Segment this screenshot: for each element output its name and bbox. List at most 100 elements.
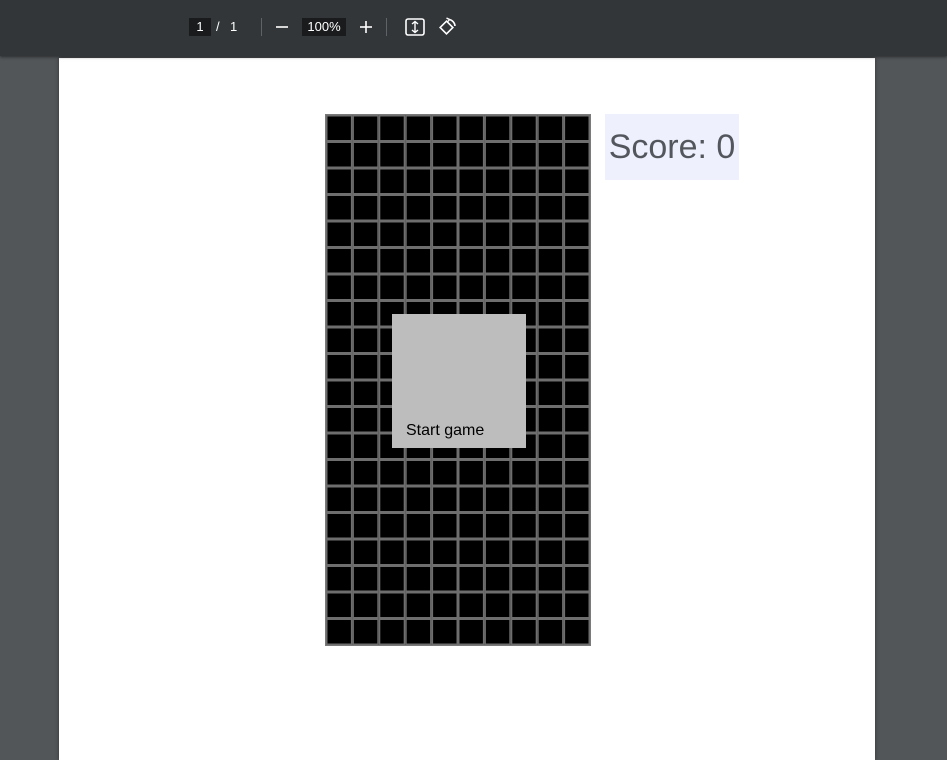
board-cell <box>378 459 406 486</box>
toolbar-divider <box>261 18 262 36</box>
board-cell <box>326 433 353 460</box>
board-cell <box>352 486 379 513</box>
board-cell <box>458 592 485 619</box>
zoom-out-button[interactable] <box>269 14 295 40</box>
board-cell <box>537 459 564 486</box>
board-cell <box>537 353 564 380</box>
board-cell <box>484 194 511 221</box>
board-cell <box>431 459 458 486</box>
board-cell <box>352 194 379 221</box>
board-cell <box>352 221 379 248</box>
board-cell <box>537 274 564 301</box>
score-label: Score: 0 <box>608 127 736 166</box>
board-cell <box>563 141 590 168</box>
board-cell <box>378 221 406 248</box>
plus-icon <box>360 21 372 33</box>
board-cell <box>563 380 590 407</box>
board-cell <box>537 486 564 513</box>
board-cell <box>405 221 432 248</box>
start-game-button[interactable]: Start game <box>406 422 484 440</box>
board-cell <box>537 141 564 168</box>
board-cell <box>458 486 485 513</box>
board-cell <box>510 168 538 195</box>
page-separator: / <box>216 19 220 34</box>
board-cell <box>405 141 432 168</box>
board-cell <box>352 247 379 274</box>
board-cell <box>484 115 511 142</box>
board-cell <box>378 168 406 195</box>
board-cell <box>405 459 432 486</box>
board-cell <box>458 168 485 195</box>
board-cell <box>563 486 590 513</box>
board-cell <box>510 512 538 539</box>
board-cell <box>510 274 538 301</box>
board-cell <box>326 618 353 645</box>
board-cell <box>458 274 485 301</box>
minus-icon <box>276 26 288 28</box>
board-cell <box>352 141 379 168</box>
zoom-input[interactable]: 100% <box>302 18 346 36</box>
board-cell <box>405 274 432 301</box>
board-cell <box>431 247 458 274</box>
board-cell <box>563 274 590 301</box>
rotate-icon <box>439 17 456 35</box>
page-number-input[interactable]: 1 <box>189 18 211 36</box>
board-cell <box>352 115 379 142</box>
fit-to-page-icon <box>405 18 425 36</box>
board-cell <box>378 592 406 619</box>
board-cell <box>537 115 564 142</box>
rotate-button[interactable] <box>434 14 460 40</box>
board-cell <box>510 539 538 566</box>
board-cell <box>563 221 590 248</box>
board-cell <box>563 565 590 592</box>
board-cell <box>326 592 353 619</box>
board-cell <box>458 618 485 645</box>
board-cell <box>484 141 511 168</box>
board-cell <box>352 539 379 566</box>
start-panel: Start game <box>392 314 526 448</box>
board-cell <box>378 486 406 513</box>
board-cell <box>352 380 379 407</box>
board-cell <box>378 539 406 566</box>
board-cell <box>537 433 564 460</box>
board-cell <box>431 592 458 619</box>
board-cell <box>484 221 511 248</box>
board-cell <box>563 300 590 327</box>
pdf-page: Start game Score: 0 <box>59 58 875 760</box>
zoom-in-button[interactable] <box>353 14 379 40</box>
board-cell <box>326 115 353 142</box>
board-cell <box>484 486 511 513</box>
board-cell <box>458 115 485 142</box>
board-cell <box>326 459 353 486</box>
board-cell <box>563 618 590 645</box>
board-cell <box>405 247 432 274</box>
board-cell <box>326 300 353 327</box>
board-cell <box>510 194 538 221</box>
board-cell <box>484 512 511 539</box>
board-cell <box>563 592 590 619</box>
board-cell <box>563 247 590 274</box>
board-cell <box>484 592 511 619</box>
board-cell <box>458 194 485 221</box>
board-cell <box>458 221 485 248</box>
pdf-toolbar: 1 / 1 100% <box>0 0 947 56</box>
board-cell <box>405 592 432 619</box>
board-cell <box>510 115 538 142</box>
board-cell <box>484 618 511 645</box>
board-cell <box>537 512 564 539</box>
board-cell <box>431 512 458 539</box>
board-cell <box>326 221 353 248</box>
board-cell <box>405 194 432 221</box>
board-cell <box>326 141 353 168</box>
board-cell <box>405 512 432 539</box>
board-cell <box>431 274 458 301</box>
board-cell <box>537 168 564 195</box>
board-cell <box>352 618 379 645</box>
fit-to-page-button[interactable] <box>402 14 428 40</box>
board-cell <box>352 459 379 486</box>
board-cell <box>431 141 458 168</box>
board-cell <box>326 194 353 221</box>
board-cell <box>352 168 379 195</box>
board-cell <box>405 486 432 513</box>
board-cell <box>378 115 406 142</box>
